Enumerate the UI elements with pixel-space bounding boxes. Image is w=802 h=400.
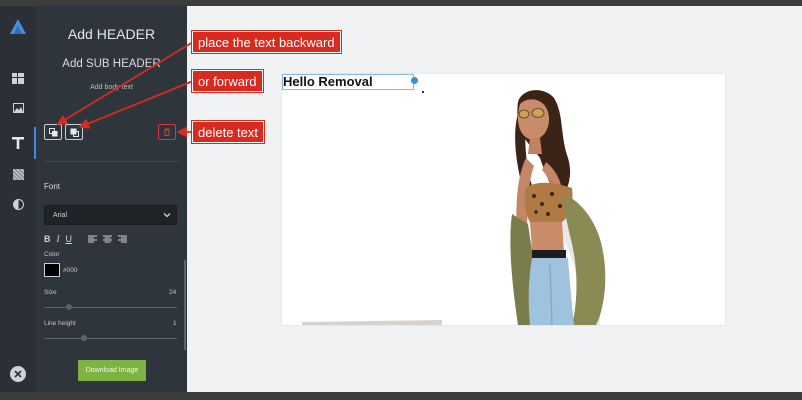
callout-send-backward: place the text backward [192,31,341,53]
delete-text-button[interactable] [158,124,176,140]
bring-forward-icon [70,128,79,137]
add-sub-header-button[interactable]: Add SUB HEADER [36,58,187,70]
text-format-toolbar: B I U [44,233,127,245]
image-icon[interactable] [8,98,28,118]
bring-forward-button[interactable] [65,124,83,140]
line-height-slider-knob[interactable] [81,335,87,341]
align-center-icon[interactable] [103,235,112,243]
line-height-slider[interactable] [44,335,177,341]
color-value: #000 [63,267,78,274]
align-left-icon[interactable] [88,235,97,243]
font-section-label: Font [44,182,61,191]
line-height-value: 1 [173,320,177,327]
text-icon[interactable] [8,127,36,159]
send-backward-button[interactable] [44,124,62,140]
logo-icon [10,19,26,34]
font-family-value: Arial [53,211,68,219]
add-header-button[interactable]: Add HEADER [36,26,187,42]
callout-bring-forward: or forward [192,70,263,92]
callout-delete-text: delete text [192,121,264,143]
resize-handle[interactable] [422,91,424,93]
size-slider[interactable] [44,304,177,310]
add-body-text-button[interactable]: Add body text [36,84,187,91]
size-label: Size [44,289,57,296]
align-right-icon[interactable] [118,235,127,243]
underline-icon[interactable]: U [66,234,73,244]
trash-icon [164,128,170,136]
design-canvas[interactable] [282,74,725,325]
person-image[interactable] [282,74,725,325]
icon-rail [0,6,36,392]
send-backward-icon [48,127,57,136]
color-swatch[interactable] [44,263,60,277]
text-panel: Add HEADER Add SUB HEADER Add body text … [36,6,187,392]
canvas-text-element[interactable]: Hello Removal [283,74,373,89]
font-family-select[interactable]: Arial [44,205,177,225]
close-icon[interactable] [10,366,26,382]
line-height-label: Line height [44,320,76,327]
color-label: Color [44,251,60,258]
templates-icon[interactable] [8,68,28,88]
size-slider-knob[interactable] [66,304,72,310]
italic-icon[interactable]: I [57,234,60,244]
chevron-down-icon [163,213,171,218]
divider [44,161,179,162]
size-value: 24 [169,289,177,296]
download-image-button[interactable]: Download Image [78,360,146,381]
contrast-icon[interactable] [8,194,28,214]
pattern-icon[interactable] [8,164,28,184]
rotate-handle[interactable] [411,77,418,84]
panel-scrollbar[interactable] [184,260,186,350]
bold-icon[interactable]: B [44,234,51,244]
